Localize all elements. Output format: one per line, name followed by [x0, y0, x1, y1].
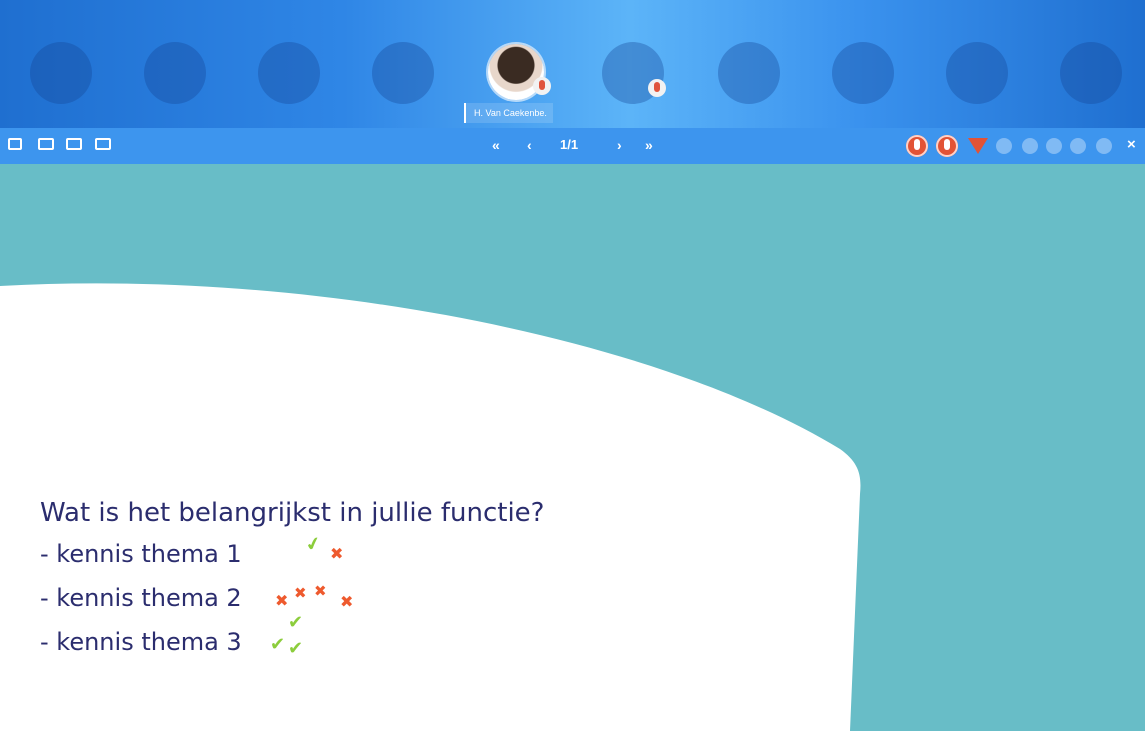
participant-seat[interactable] [832, 42, 894, 104]
participant-strip: H. Van Caekenbe. [0, 0, 1145, 128]
participant-seat[interactable] [372, 42, 434, 104]
participant-seat[interactable] [1060, 42, 1122, 104]
mic-icon [648, 79, 666, 97]
first-page-button[interactable]: « [492, 136, 500, 154]
participant-seat[interactable] [718, 42, 780, 104]
participant-seat[interactable] [258, 42, 320, 104]
participant-seat[interactable] [946, 42, 1008, 104]
list-item: - kennis thema 3 [40, 628, 242, 656]
cross-mark-icon: ✖ [340, 592, 354, 611]
participant-seat[interactable] [30, 42, 92, 104]
mic-icon [533, 77, 551, 95]
cross-mark-icon: ✖ [294, 584, 307, 602]
check-mark-icon: ✔ [270, 634, 286, 655]
close-icon[interactable]: × [1127, 136, 1136, 153]
cross-mark-icon: ✖ [275, 591, 289, 610]
dimmed-control-icon[interactable] [1046, 138, 1062, 154]
whiteboard-icon[interactable] [8, 138, 22, 150]
chat-window-icon[interactable] [95, 138, 111, 150]
mic-icon[interactable] [906, 135, 928, 157]
next-page-button[interactable]: › [617, 136, 622, 154]
presentation-slide: Wat is het belangrijkst in jullie functi… [0, 164, 1145, 731]
check-mark-icon: ✔ [288, 638, 304, 659]
cross-mark-icon: ✖ [314, 582, 327, 600]
page-indicator: 1/1 [560, 137, 579, 152]
cross-mark-icon: ✖ [330, 544, 344, 563]
last-page-button[interactable]: » [645, 136, 653, 154]
slide-question: Wat is het belangrijkst in jullie functi… [40, 498, 545, 528]
prev-page-button[interactable]: ‹ [527, 136, 532, 154]
list-item: - kennis thema 2 [40, 584, 242, 612]
presenter-name-label: H. Van Caekenbe. [464, 103, 553, 123]
screen-share-icon[interactable] [38, 138, 54, 150]
list-item: - kennis thema 1 [40, 540, 242, 568]
camera-icon[interactable] [1022, 138, 1038, 154]
fullscreen-icon[interactable] [1096, 138, 1112, 154]
check-mark-icon: ✔ [288, 612, 304, 633]
pencil-icon[interactable] [1070, 138, 1086, 154]
card-icon[interactable] [66, 138, 82, 150]
participant-seat[interactable] [144, 42, 206, 104]
filter-icon[interactable] [968, 138, 988, 154]
brightness-icon[interactable] [996, 138, 1012, 154]
speaker-mic-icon[interactable] [936, 135, 958, 157]
